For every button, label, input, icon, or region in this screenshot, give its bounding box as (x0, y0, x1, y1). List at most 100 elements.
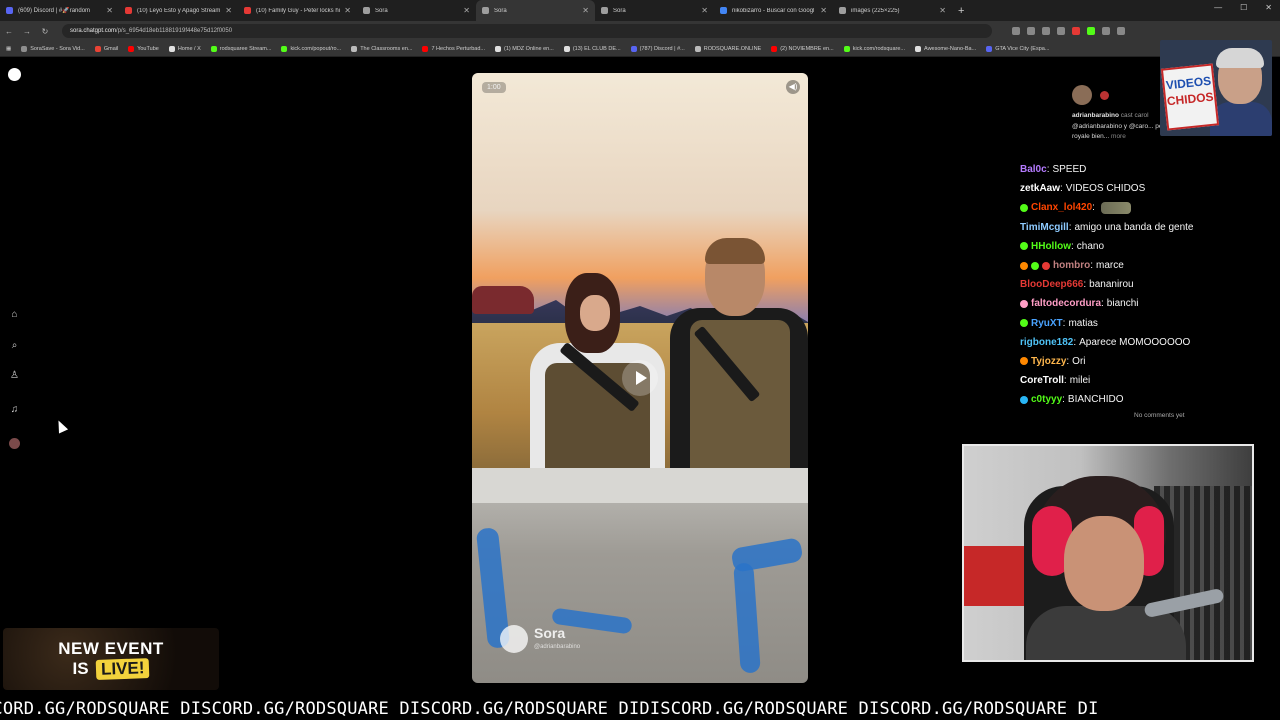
chat-username[interactable]: Clanx_lol420 (1031, 198, 1092, 217)
tab-close-icon[interactable]: ✕ (344, 6, 351, 15)
event-subtitle: IS LIVE! (3, 658, 219, 680)
browser-tab[interactable]: Sora ✕ (476, 0, 595, 21)
bookmark-favicon-icon (630, 45, 637, 52)
search-icon[interactable]: ⌕ (9, 340, 20, 351)
maximize-icon[interactable]: ☐ (1240, 3, 1247, 12)
profile-avatar[interactable] (9, 438, 20, 449)
new-tab-button[interactable]: + (958, 5, 964, 17)
forward-icon[interactable]: → (18, 27, 36, 36)
event-is: IS (72, 659, 89, 678)
apps-grid-icon[interactable]: ▦ (6, 46, 11, 52)
chat-message: Tyjozzy: Ori (1020, 352, 1270, 371)
bookmark-item[interactable]: rodsquaree Stream... (210, 45, 271, 52)
video-player[interactable]: 1:00 ◀) Sora @adrianbarabino (472, 73, 808, 683)
tab-close-icon[interactable]: ✕ (225, 6, 232, 15)
volume-icon[interactable]: ◀) (786, 80, 800, 94)
extension-icon[interactable] (1027, 27, 1035, 35)
browser-tab[interactable]: Sora ✕ (595, 0, 714, 21)
chat-username[interactable]: BlooDeep666 (1020, 275, 1083, 294)
bookmark-item[interactable]: 7 Hechos Perturbad... (422, 45, 485, 52)
browser-tab[interactable]: (609) Discord | #🚀random ✕ (0, 0, 119, 21)
tab-close-icon[interactable]: ✕ (463, 6, 470, 15)
chat-separator: : (1101, 298, 1104, 310)
chat-username[interactable]: TimiMcgill (1020, 218, 1069, 237)
bookmark-label: SoraSave - Sora Vid... (30, 45, 85, 52)
chat-username[interactable]: zetkAaw (1020, 179, 1060, 198)
download-icon[interactable] (1102, 27, 1110, 35)
bookmark-item[interactable]: Gmail (94, 45, 118, 52)
tab-close-icon[interactable]: ✕ (939, 6, 946, 15)
bookmark-item[interactable]: GTA Vice City (Espa... (986, 45, 1049, 52)
author-avatar[interactable] (1072, 85, 1092, 105)
browser-tab[interactable]: (10) Leyó Esto y Apagó Stream ✕ (119, 0, 238, 21)
chat-text: bianchi (1106, 298, 1139, 310)
chat-username[interactable]: Tyjozzy (1031, 352, 1066, 371)
tab-close-icon[interactable]: ✕ (820, 6, 827, 15)
chat-separator: : (1060, 183, 1063, 195)
chat-text: Aparece MOMOOOOOO (1079, 336, 1191, 348)
play-button[interactable] (622, 360, 658, 396)
profile-icon[interactable] (1117, 27, 1125, 35)
tab-close-icon[interactable]: ✕ (106, 6, 113, 15)
bookmark-item[interactable]: Awesome-Nano-Ba... (915, 45, 976, 52)
browser-tab[interactable]: nikobizarro - Buscar con Googl ✕ (714, 0, 833, 21)
extension-icon[interactable] (1072, 27, 1080, 35)
back-icon[interactable]: ← (0, 27, 18, 36)
event-title: NEW EVENT (58, 639, 164, 658)
comment-author[interactable]: adrianbarabino (1072, 112, 1119, 119)
more-link[interactable]: more (1111, 133, 1126, 140)
tab-favicon-icon (363, 7, 370, 14)
bookmark-item[interactable]: (787) Discord | #... (630, 45, 685, 52)
reload-icon[interactable]: ↻ (36, 27, 54, 36)
tab-close-icon[interactable]: ✕ (701, 6, 708, 15)
chat-separator: : (1068, 221, 1072, 233)
chat-username[interactable]: faltodecordura (1031, 294, 1101, 313)
chat-message: RyuXT: matias (1020, 314, 1270, 333)
bookmark-item[interactable]: (2) NOVIEMBRE en... (771, 45, 834, 52)
bookmark-item[interactable]: kick.com/rodsquare... (843, 45, 905, 52)
bookmark-item[interactable]: (13) EL CLUB DE... (563, 45, 621, 52)
bookmark-item[interactable]: (1) MDZ Online en... (494, 45, 554, 52)
video-car (472, 286, 534, 314)
bookmark-item[interactable]: kick.com/popout/ro... (281, 45, 341, 52)
bookmark-favicon-icon (694, 45, 701, 52)
chat-text: SPEED (1052, 164, 1087, 176)
address-bar-row: ← → ↻ sora.chatgpt.com/p/s_6954d18eb1188… (0, 21, 1280, 41)
chat-username[interactable]: rigbone182 (1020, 333, 1073, 352)
bookmark-item[interactable]: YouTube (128, 45, 159, 52)
chat-text: chano (1076, 240, 1105, 252)
url-field[interactable]: sora.chatgpt.com/p/s_6954d18eb11881919f4… (62, 24, 992, 38)
browser-tab[interactable]: images (225×225) ✕ (833, 0, 952, 21)
chat-message: CoreTroll: milei (1020, 371, 1270, 390)
bookmark-item[interactable]: SoraSave - Sora Vid... (21, 45, 85, 52)
trophy-icon[interactable]: ♙ (9, 370, 20, 381)
extension-icon[interactable] (1057, 27, 1065, 35)
chat-username[interactable]: HHollow (1031, 237, 1071, 256)
videos-chidos-sign: VIDEOS CHIDOS (1160, 63, 1220, 131)
bookmark-label: 7 Hechos Perturbad... (431, 45, 485, 52)
browser-tab[interactable]: (10) Family Guy - Peter locks hi ✕ (238, 0, 357, 21)
extension-icon[interactable] (1042, 27, 1050, 35)
sora-logo-icon[interactable] (8, 68, 21, 81)
chat-badge-icon (1020, 357, 1028, 366)
tab-close-icon[interactable]: ✕ (582, 6, 589, 15)
close-window-icon[interactable]: ✕ (1265, 3, 1272, 12)
chat-username[interactable]: Bal0c (1020, 160, 1047, 179)
extension-icon[interactable] (1012, 27, 1020, 35)
sign-line: CHIDOS (1166, 89, 1215, 109)
bookmark-item[interactable]: The Classrooms en... (351, 45, 412, 52)
chat-username[interactable]: CoreTroll (1020, 371, 1064, 390)
bookmark-item[interactable]: Home / X (168, 45, 201, 52)
chat-message: faltodecordura: bianchi (1020, 294, 1270, 313)
home-icon[interactable]: ⌂ (9, 309, 20, 320)
minimize-icon[interactable]: — (1214, 3, 1222, 12)
browser-tab[interactable]: Sora ✕ (357, 0, 476, 21)
tab-title: images (225×225) (851, 7, 900, 14)
chat-username[interactable]: RyuXT (1031, 314, 1063, 333)
chat-username[interactable]: c0tyyy (1031, 390, 1062, 409)
bookmark-item[interactable]: RODSQUARE.ONLINE (694, 45, 761, 52)
chat-username[interactable]: hombro (1053, 256, 1090, 275)
bell-icon[interactable]: ♫ (9, 404, 20, 415)
extension-icon[interactable] (1087, 27, 1095, 35)
chat-separator: : (1063, 375, 1067, 387)
